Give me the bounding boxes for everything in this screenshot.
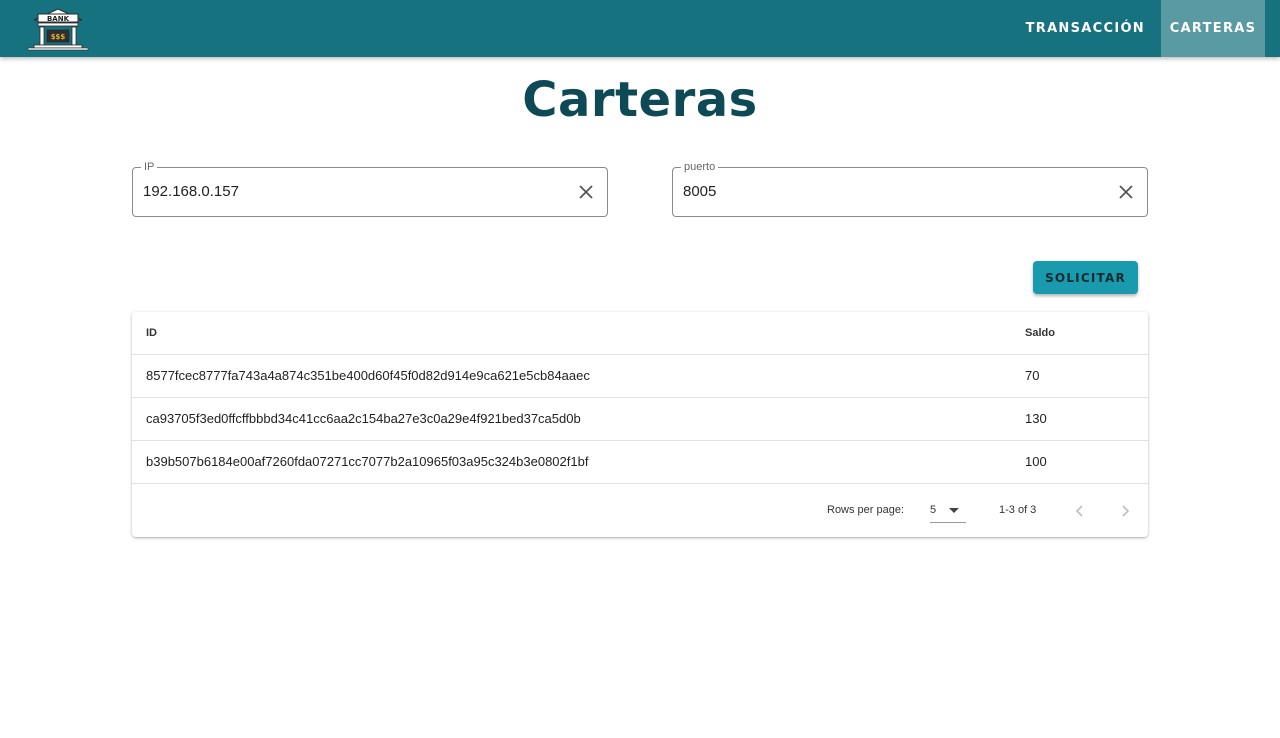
page-title: Carteras [522, 72, 758, 128]
table-row[interactable]: 8577fcec8777fa743a4a874c351be400d60f45f0… [132, 355, 1148, 398]
caret-down-icon [949, 508, 959, 513]
cell-saldo: 130 [1025, 411, 1047, 426]
rows-per-page-label: Rows per page: [827, 504, 905, 516]
solicitar-button[interactable]: SOLICITAR [1033, 261, 1138, 294]
chevron-left-icon[interactable] [1069, 500, 1091, 522]
logo-sign-text: $$$ [51, 33, 66, 41]
close-icon[interactable] [575, 181, 597, 203]
close-icon[interactable] [1115, 181, 1137, 203]
bank-building-icon: BANK $$$ [27, 8, 89, 51]
ip-field[interactable]: IP [132, 160, 608, 217]
rows-per-page-value: 5 [930, 504, 937, 516]
nav-carteras[interactable]: CARTERAS [1161, 0, 1265, 57]
column-header-saldo[interactable]: Saldo [1025, 312, 1055, 354]
column-header-id[interactable]: ID [146, 312, 157, 354]
ip-input[interactable] [143, 168, 543, 216]
port-field[interactable]: puerto [672, 160, 1148, 217]
chevron-right-icon[interactable] [1114, 500, 1136, 522]
cell-id: 8577fcec8777fa743a4a874c351be400d60f45f0… [146, 368, 590, 383]
table-row[interactable]: ca93705f3ed0ffcffbbbd34c41cc6aa2c154ba27… [132, 398, 1148, 441]
top-app-bar: BANK $$$ TRANSACCIÓN CARTERAS [0, 0, 1280, 57]
main-nav: TRANSACCIÓN CARTERAS [1006, 0, 1280, 57]
cell-id: b39b507b6184e00af7260fda07271cc7077b2a10… [146, 454, 589, 469]
rows-per-page-select[interactable]: 5 [930, 499, 966, 523]
cell-saldo: 70 [1025, 368, 1040, 383]
table-header-row: ID Saldo [132, 312, 1148, 355]
bank-logo[interactable]: BANK $$$ [26, 6, 90, 52]
carteras-table: ID Saldo 8577fcec8777fa743a4a874c351be40… [132, 312, 1148, 537]
port-input[interactable] [683, 168, 1083, 216]
table-row[interactable]: b39b507b6184e00af7260fda07271cc7077b2a10… [132, 441, 1148, 484]
nav-transaccion[interactable]: TRANSACCIÓN [1006, 0, 1161, 57]
cell-saldo: 100 [1025, 454, 1047, 469]
logo-text: BANK [47, 15, 70, 23]
cell-id: ca93705f3ed0ffcffbbbd34c41cc6aa2c154ba27… [146, 411, 581, 426]
pagination-range: 1-3 of 3 [999, 504, 1037, 516]
table-pagination: Rows per page: 5 1-3 of 3 [132, 484, 1148, 537]
